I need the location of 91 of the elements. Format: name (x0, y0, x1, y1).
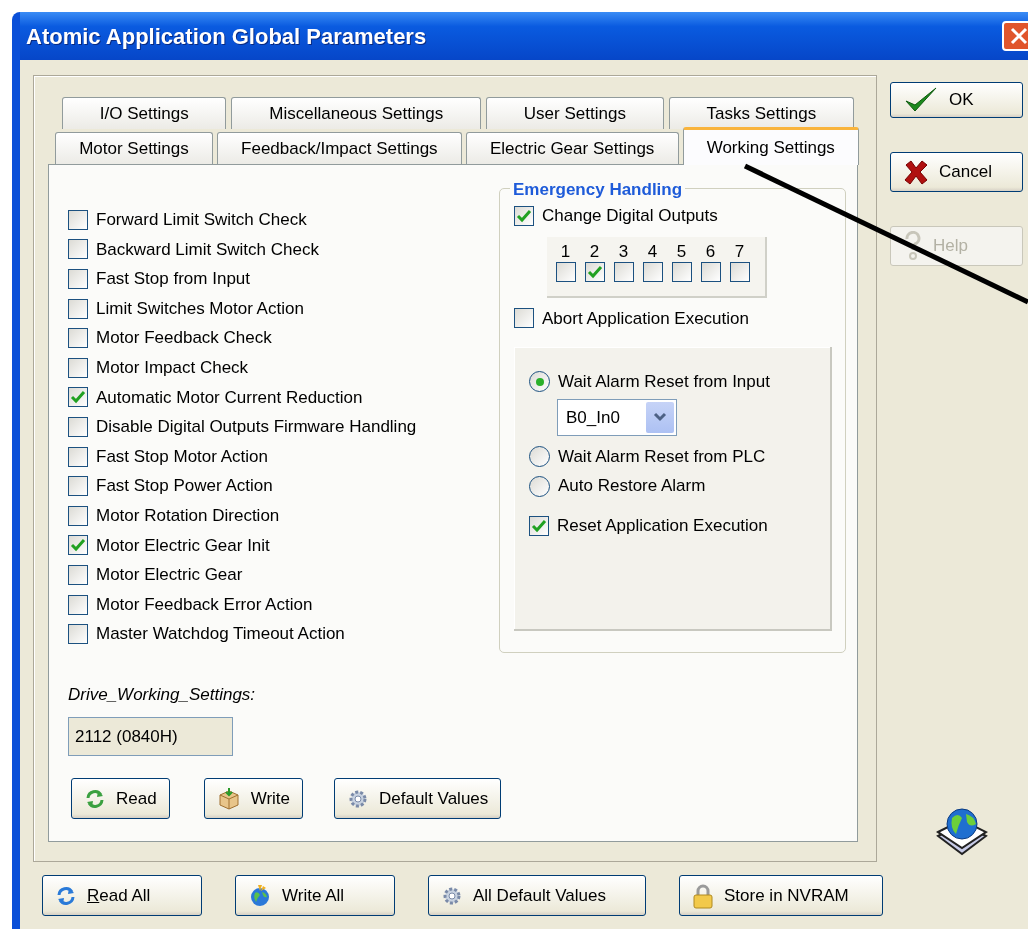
push-button[interactable]: Write All (235, 875, 395, 916)
checkbox[interactable] (671, 261, 692, 282)
checkbox-label: Fast Stop Power Action (96, 475, 273, 498)
checkbox-label: Motor Electric Gear Init (96, 534, 270, 557)
refresh-icon (84, 787, 106, 810)
checkbox[interactable] (68, 564, 88, 585)
checkbox[interactable] (68, 624, 88, 645)
globe-icon (248, 883, 272, 908)
globe-icon (934, 806, 990, 858)
checkbox[interactable] (68, 476, 88, 497)
checkbox[interactable] (584, 261, 605, 282)
box-icon (216, 786, 241, 811)
push-button[interactable]: Store in NVRAM (679, 875, 883, 916)
radio-button[interactable] (529, 446, 550, 468)
checkbox-label: Limit Switches Motor Action (96, 297, 304, 320)
checkbox[interactable] (68, 416, 88, 437)
checkbox-label: Motor Feedback Error Action (96, 593, 313, 616)
tab[interactable]: User Settings (486, 97, 664, 129)
checkbox[interactable] (555, 261, 576, 282)
checkbox[interactable] (68, 535, 88, 556)
radio-label: Wait Alarm Reset from PLC (558, 445, 766, 468)
push-button[interactable]: OK (890, 82, 1023, 118)
checkbox-label: Fast Stop Motor Action (96, 445, 268, 468)
checkbox[interactable] (68, 357, 88, 378)
tab[interactable]: I/O Settings (62, 97, 227, 129)
checkbox-label: Motor Impact Check (96, 357, 249, 379)
value-field: 2112 (0840H) (68, 717, 233, 757)
output-number: 6 (705, 242, 716, 261)
output-number: 2 (589, 242, 600, 261)
checkbox[interactable] (729, 261, 750, 282)
checkbox-label: Disable Digital Outputs Firmware Handling (96, 416, 417, 439)
output-number: 1 (560, 242, 571, 261)
output-number: 3 (618, 242, 629, 261)
checkbox-label: Motor Feedback Check (96, 327, 272, 350)
button-label: Write All (282, 884, 345, 907)
button-label: All Default Values (473, 884, 606, 907)
checkbox[interactable] (68, 505, 88, 526)
push-button[interactable]: Write (203, 778, 303, 820)
checkbox[interactable] (68, 269, 88, 289)
checkbox[interactable] (700, 261, 721, 282)
checkbox[interactable] (68, 446, 88, 467)
tab[interactable]: Electric Gear Settings (465, 132, 679, 164)
checkbox-label: Motor Electric Gear (96, 564, 243, 587)
cross-icon (903, 159, 929, 185)
radio-button[interactable] (529, 475, 550, 497)
push-button[interactable]: All Default Values (428, 875, 646, 916)
tab[interactable]: Feedback/Impact Settings (216, 132, 462, 164)
checkbox[interactable] (68, 239, 88, 260)
output-number: 4 (647, 242, 658, 261)
checkbox[interactable] (68, 594, 88, 615)
output-number: 7 (734, 242, 745, 261)
close-icon[interactable] (1002, 21, 1028, 51)
button-label: Read All (87, 884, 151, 907)
field-label: Drive_Working_Settings: (68, 683, 256, 706)
push-button[interactable]: Read All (42, 875, 202, 916)
checkbox-label: Motor Rotation Direction (96, 505, 280, 527)
checkbox-label: Fast Stop from Input (96, 268, 250, 291)
checkbox[interactable] (613, 261, 634, 282)
checkbox[interactable] (68, 209, 88, 230)
tab[interactable]: Working Settings (682, 127, 859, 165)
radio-label: Auto Restore Alarm (558, 475, 706, 498)
button-label: Store in NVRAM (724, 884, 849, 907)
window-title: Atomic Application Global Parameters (26, 22, 427, 51)
refresh-icon (55, 884, 77, 907)
push-button[interactable]: Cancel (890, 152, 1023, 192)
checkbox[interactable] (68, 298, 88, 319)
checkbox[interactable] (514, 308, 534, 329)
checkbox[interactable] (529, 515, 549, 536)
checkbox-label: Automatic Motor Current Reduction (96, 386, 363, 409)
checkbox-label: Master Watchdog Timeout Action (96, 623, 345, 646)
radio-label: Wait Alarm Reset from Input (558, 371, 770, 394)
question-mark-icon (903, 231, 923, 261)
radio-button[interactable] (529, 371, 550, 393)
push-button[interactable]: Default Values (334, 778, 502, 820)
tab[interactable]: Motor Settings (55, 132, 213, 164)
checkbox-label: Abort Application Execution (542, 307, 749, 330)
checkbox-label: Change Digital Outputs (542, 205, 718, 228)
output-number: 5 (676, 242, 687, 261)
checkbox[interactable] (514, 205, 534, 226)
padlock-icon (692, 882, 714, 909)
push-button[interactable]: Read (71, 778, 170, 820)
checkbox-label: Reset Application Execution (557, 515, 768, 537)
checkbox-label: Forward Limit Switch Check (96, 209, 307, 232)
checkbox[interactable] (642, 261, 663, 282)
tab[interactable]: Miscellaneous Settings (231, 97, 481, 129)
chevron-down-icon[interactable] (646, 401, 674, 433)
checkbox-label: Backward Limit Switch Check (96, 238, 319, 261)
dropdown[interactable]: B0_In0 (557, 398, 677, 436)
tab[interactable]: Tasks Settings (668, 97, 854, 129)
checkbox[interactable] (68, 387, 88, 408)
checkbox[interactable] (68, 328, 88, 349)
